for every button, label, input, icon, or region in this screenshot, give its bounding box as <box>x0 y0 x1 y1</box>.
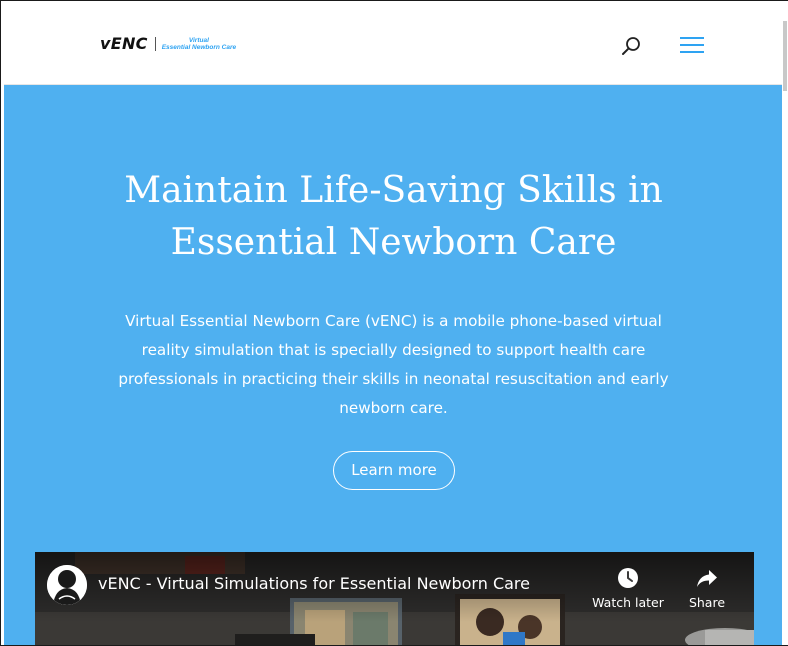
video-title[interactable]: vENC - Virtual Simulations for Essential… <box>98 574 530 593</box>
logo-divider <box>154 36 156 51</box>
hero-title: Maintain Life-Saving Skills in Essential… <box>124 170 663 263</box>
watch-later-button[interactable]: Watch later <box>588 565 668 610</box>
avatar-icon <box>47 565 87 605</box>
logo-subtitle: Virtual Essential Newborn Care <box>162 37 236 51</box>
logo-subtitle-line2: Essential Newborn Care <box>161 43 237 51</box>
hero-description: Virtual Essential Newborn Care (vENC) is… <box>118 312 669 417</box>
share-button[interactable]: Share <box>667 565 747 610</box>
page-frame: vENC Virtual Essential Newborn Care Main… <box>0 0 788 646</box>
logo-subtitle-line1: Virtual <box>188 36 209 44</box>
logo-mark: vENC <box>100 34 148 53</box>
channel-avatar[interactable] <box>47 565 87 605</box>
search-button[interactable] <box>620 35 642 57</box>
hamburger-line <box>680 51 704 53</box>
share-label: Share <box>688 595 726 610</box>
site-logo[interactable]: vENC Virtual Essential Newborn Care <box>100 34 236 53</box>
scrollbar-thumb[interactable] <box>783 21 787 91</box>
share-arrow-icon <box>697 570 717 587</box>
hamburger-line <box>680 44 704 46</box>
page-scrollbar[interactable] <box>782 4 788 645</box>
site-header: vENC Virtual Essential Newborn Care <box>4 4 783 85</box>
search-icon <box>622 37 640 55</box>
learn-more-button[interactable]: Learn more <box>333 451 455 490</box>
clock-icon <box>618 568 638 588</box>
hamburger-menu-icon <box>680 37 704 39</box>
video-embed[interactable]: vENC - Virtual Simulations for Essential… <box>35 552 754 645</box>
watch-later-label: Watch later <box>592 595 664 610</box>
hero-section: Maintain Life-Saving Skills in Essential… <box>4 85 783 645</box>
menu-button[interactable] <box>680 37 704 55</box>
